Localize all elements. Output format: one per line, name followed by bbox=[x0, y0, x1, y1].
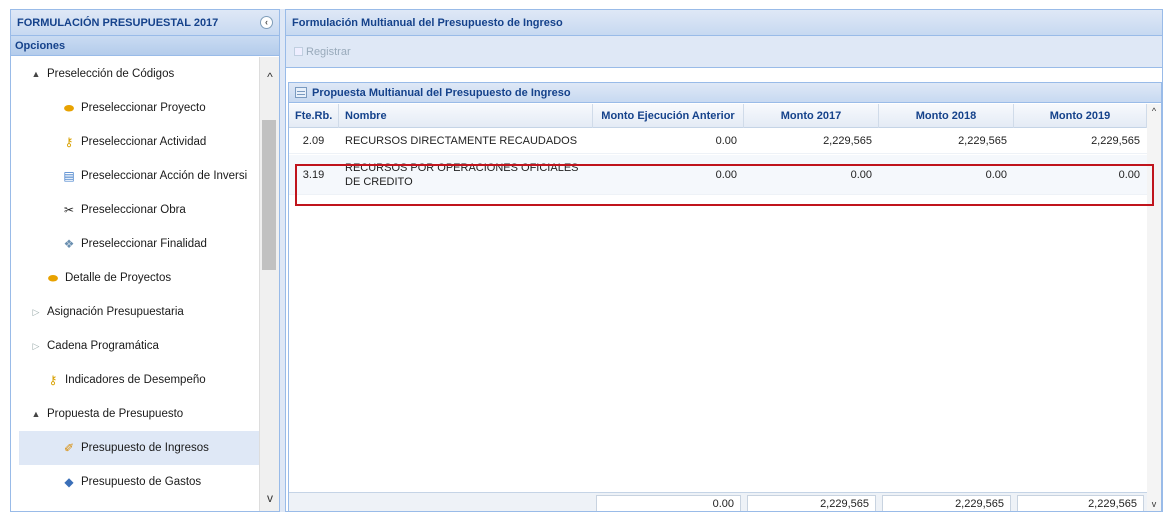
column-header-monto-2019[interactable]: Monto 2019 bbox=[1014, 104, 1147, 128]
tree-node-presupuesto-gastos[interactable]: ◆ Presupuesto de Gastos bbox=[19, 465, 259, 499]
main-panel-header: Formulación Multianual del Presupuesto d… bbox=[286, 10, 1162, 36]
tree-node-label: Preseleccionar Actividad bbox=[81, 136, 207, 148]
toolbar: Registrar bbox=[286, 36, 1162, 68]
expense-icon: ◆ bbox=[64, 475, 74, 489]
registrar-button[interactable]: Registrar bbox=[290, 44, 355, 60]
tree-node-preseleccionar-actividad[interactable]: ⚷ Preseleccionar Actividad bbox=[19, 125, 259, 159]
tree-node-asignacion-presupuestaria[interactable]: ▷ Asignación Presupuestaria bbox=[19, 295, 259, 329]
scroll-up-icon[interactable]: ^ bbox=[260, 69, 279, 85]
main-panel-title: Formulación Multianual del Presupuesto d… bbox=[292, 16, 563, 29]
highlight-box bbox=[295, 164, 1154, 206]
options-section-header: Opciones bbox=[11, 36, 279, 56]
summary-spacer bbox=[289, 493, 593, 511]
grid-summary-row: 0.00 2,229,565 2,229,565 2,229,565 bbox=[289, 492, 1147, 511]
options-section-label: Opciones bbox=[15, 39, 66, 52]
total-monto-2019: 2,229,565 bbox=[1017, 495, 1144, 511]
tree-node-label: Presupuesto de Ingresos bbox=[81, 442, 209, 454]
save-icon bbox=[294, 47, 303, 56]
tree-node-presupuesto-ingresos[interactable]: ✐ Presupuesto de Ingresos bbox=[19, 431, 259, 465]
tree-node-label: Preseleccionar Proyecto bbox=[81, 102, 206, 114]
tree-node-indicadores-desempeno[interactable]: ⚷ Indicadores de Desempeño bbox=[19, 363, 259, 397]
income-icon: ✐ bbox=[63, 441, 75, 455]
collapsed-triangle-icon[interactable]: ▷ bbox=[29, 307, 43, 318]
coin-icon: ⬬ bbox=[47, 271, 59, 285]
expanded-triangle-icon[interactable]: ▲ bbox=[29, 409, 43, 419]
tree-node-label: Preseleccionar Obra bbox=[81, 204, 186, 216]
tree-node-label: Preseleccionar Acción de Inversi bbox=[81, 170, 248, 182]
chart-icon: ▤ bbox=[63, 169, 75, 183]
tree-node-label: Preselección de Códigos bbox=[47, 68, 175, 80]
grid-title: Propuesta Multianual del Presupuesto de … bbox=[312, 86, 571, 99]
tree-node-label: Asignación Presupuestaria bbox=[47, 306, 184, 318]
column-header-nombre[interactable]: Nombre bbox=[339, 104, 593, 128]
total-monto-anterior: 0.00 bbox=[596, 495, 741, 511]
options-tree: ▲ Preselección de Códigos ⬬ Preseleccion… bbox=[11, 57, 259, 511]
collapsed-triangle-icon[interactable]: ▷ bbox=[29, 341, 43, 352]
grid-header: Fte.Rb. Nombre Monto Ejecución Anterior … bbox=[289, 104, 1147, 128]
column-header-fte[interactable]: Fte.Rb. bbox=[289, 104, 339, 128]
grid-title-bar: Propuesta Multianual del Presupuesto de … bbox=[289, 83, 1161, 103]
key-icon: ⚷ bbox=[64, 135, 74, 149]
tree-node-label: Indicadores de Desempeño bbox=[65, 374, 206, 386]
tree-node-label: Detalle de Proyectos bbox=[65, 272, 172, 284]
total-monto-2017: 2,229,565 bbox=[747, 495, 876, 511]
coin-icon: ⬬ bbox=[63, 101, 75, 115]
tree-node-preseleccionar-accion-inversion[interactable]: ▤ Preseleccionar Acción de Inversi bbox=[19, 159, 259, 193]
tree-node-preseleccionar-finalidad[interactable]: ❖ Preseleccionar Finalidad bbox=[19, 227, 259, 261]
total-monto-2018: 2,229,565 bbox=[882, 495, 1011, 511]
scroll-up-icon[interactable]: ^ bbox=[1147, 104, 1161, 118]
income-grid-panel: Propuesta Multianual del Presupuesto de … bbox=[288, 82, 1162, 511]
cell-monto-2017: 2,229,565 bbox=[823, 134, 872, 147]
tree-scrollbar[interactable]: ^ v bbox=[259, 57, 279, 511]
collapse-panel-icon[interactable]: ‹ bbox=[260, 16, 273, 29]
tree-node-label: Presupuesto de Gastos bbox=[81, 476, 202, 488]
puzzle-icon: ❖ bbox=[63, 237, 75, 251]
column-header-monto-2018[interactable]: Monto 2018 bbox=[879, 104, 1014, 128]
tree-node-preseleccionar-proyecto[interactable]: ⬬ Preseleccionar Proyecto bbox=[19, 91, 259, 125]
cell-monto-2018: 2,229,565 bbox=[958, 134, 1007, 147]
tree-node-cadena-programatica[interactable]: ▷ Cadena Programática bbox=[19, 329, 259, 363]
options-panel-title: FORMULACIÓN PRESUPUESTAL 2017 bbox=[17, 16, 219, 29]
column-header-monto-anterior[interactable]: Monto Ejecución Anterior bbox=[593, 104, 744, 128]
grid-table-icon bbox=[295, 87, 307, 98]
scroll-down-icon[interactable]: v bbox=[1147, 497, 1161, 511]
cell-monto-anterior: 0.00 bbox=[715, 134, 737, 147]
tools-icon: ✂ bbox=[63, 203, 75, 217]
cell-nombre: RECURSOS DIRECTAMENTE RECAUDADOS bbox=[345, 134, 578, 147]
tree-node-detalle-proyectos[interactable]: ⬬ Detalle de Proyectos bbox=[19, 261, 259, 295]
registrar-label: Registrar bbox=[306, 45, 351, 58]
scroll-down-icon[interactable]: v bbox=[260, 490, 279, 506]
column-header-monto-2017[interactable]: Monto 2017 bbox=[744, 104, 879, 128]
tree-node-preseleccion-codigos[interactable]: ▲ Preselección de Códigos bbox=[19, 57, 259, 91]
options-panel: FORMULACIÓN PRESUPUESTAL 2017 ‹ Opciones… bbox=[10, 9, 280, 512]
table-row[interactable]: 2.09 RECURSOS DIRECTAMENTE RECAUDADOS 0.… bbox=[289, 128, 1147, 154]
key-icon: ⚷ bbox=[48, 373, 58, 387]
main-panel: Formulación Multianual del Presupuesto d… bbox=[285, 9, 1163, 512]
cell-fte: 2.09 bbox=[302, 134, 325, 147]
app-window: FORMULACIÓN PRESUPUESTAL 2017 ‹ Opciones… bbox=[0, 0, 1163, 512]
tree-node-label: Preseleccionar Finalidad bbox=[81, 238, 207, 250]
tree-node-preseleccionar-obra[interactable]: ✂ Preseleccionar Obra bbox=[19, 193, 259, 227]
tree-node-label: Cadena Programática bbox=[47, 340, 159, 352]
scroll-thumb[interactable] bbox=[262, 120, 276, 270]
tree-node-propuesta-presupuesto[interactable]: ▲ Propuesta de Presupuesto bbox=[19, 397, 259, 431]
expanded-triangle-icon[interactable]: ▲ bbox=[29, 69, 43, 79]
tree-node-label: Propuesta de Presupuesto bbox=[47, 408, 184, 420]
options-panel-header: FORMULACIÓN PRESUPUESTAL 2017 ‹ bbox=[11, 10, 279, 36]
cell-monto-2019: 2,229,565 bbox=[1091, 134, 1140, 147]
